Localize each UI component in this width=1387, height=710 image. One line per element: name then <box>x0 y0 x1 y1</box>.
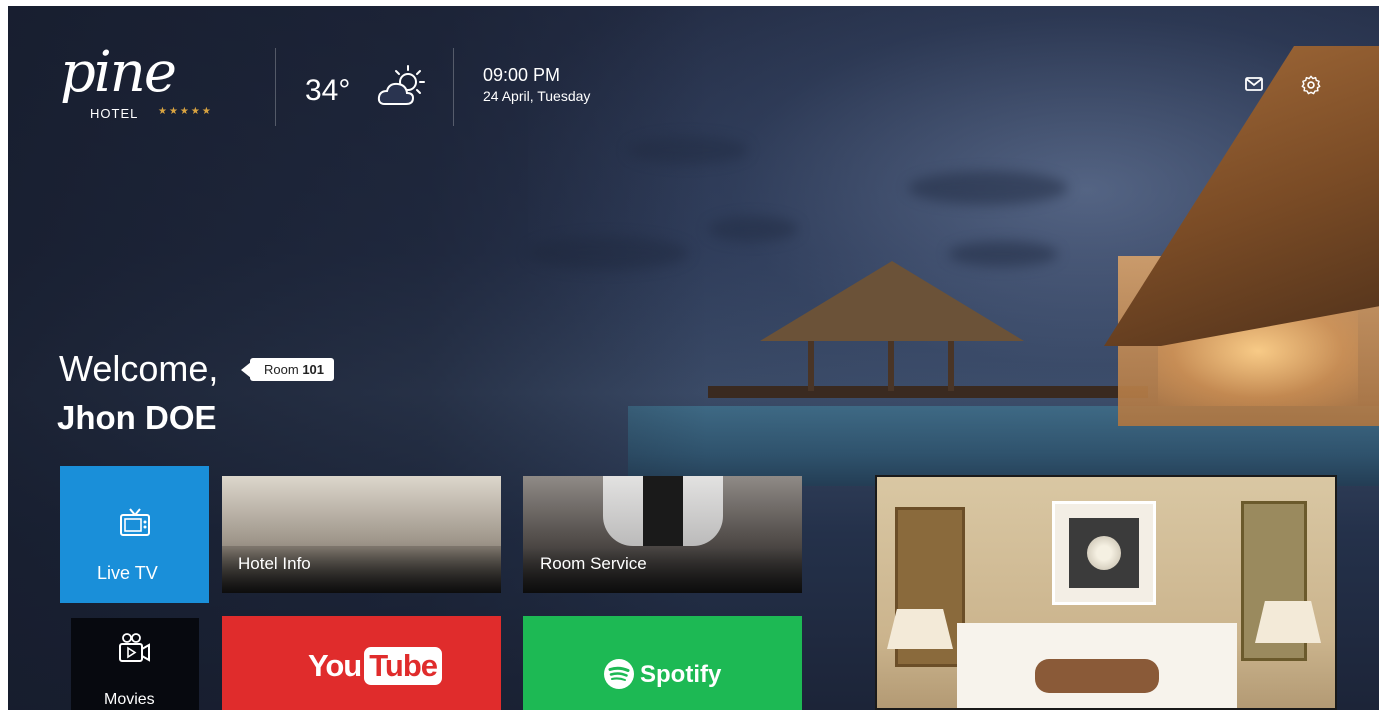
current-time: 09:00 PM <box>483 65 561 85</box>
spotify-label: Spotify <box>640 661 722 688</box>
bedroom-preview-tile[interactable] <box>875 475 1337 710</box>
youtube-tile[interactable]: You Tube <box>222 616 501 710</box>
left-lamp <box>887 609 953 649</box>
logo-stars: ★★★★★ <box>158 106 213 117</box>
movies-tile[interactable]: Movies <box>71 618 199 710</box>
room-service-tile[interactable]: Room Service <box>523 476 802 593</box>
current-date: 24 April, Tuesday <box>483 88 591 104</box>
divider <box>275 48 276 126</box>
hut-roof <box>760 261 1024 341</box>
wall-art-frame <box>1052 501 1156 605</box>
welcome-greeting: Welcome, <box>59 348 219 389</box>
youtube-you: You <box>308 648 362 683</box>
spotify-tile[interactable]: Spotify <box>523 616 802 710</box>
flower <box>1087 536 1121 570</box>
settings-gear-icon[interactable] <box>1300 74 1322 101</box>
hut-post <box>808 341 814 391</box>
room-number: 101 <box>302 362 325 377</box>
hotel-logo: pine HOTEL ★★★★★ <box>60 40 240 136</box>
divider <box>453 48 454 126</box>
live-tv-label: Live TV <box>97 563 158 583</box>
movies-label: Movies <box>104 691 155 708</box>
guest-name: Jhon DOE <box>57 399 217 436</box>
logo-script: pine <box>60 40 177 105</box>
hotel-lobby-image <box>222 476 501 546</box>
hotel-tv-home-screen: pine HOTEL ★★★★★ 34° 09:00 PM 24 April, … <box>8 6 1379 710</box>
hotel-info-label: Hotel Info <box>238 554 311 573</box>
temperature: 34° <box>305 74 351 107</box>
logo-hotel-text: HOTEL <box>90 106 139 121</box>
hut-post <box>888 341 894 391</box>
cloud <box>908 171 1068 205</box>
tv-icon <box>118 506 152 545</box>
hut-post <box>948 341 954 391</box>
deck <box>708 386 1148 398</box>
flower-picture <box>1069 518 1139 588</box>
bed <box>957 623 1237 708</box>
partly-cloudy-day-icon <box>376 64 426 115</box>
cloud <box>708 216 798 242</box>
mail-icon[interactable] <box>1244 74 1264 99</box>
right-lamp <box>1255 601 1321 643</box>
movie-camera-icon <box>117 632 151 671</box>
hotel-info-tile[interactable]: Hotel Info <box>222 476 501 593</box>
room-label: Room <box>264 362 299 377</box>
room-badge: Room 101 <box>240 358 335 381</box>
bolster-pillow <box>1035 659 1159 693</box>
spotify-icon <box>603 658 635 695</box>
waiter-apron <box>643 476 683 546</box>
youtube-logo: You Tube <box>308 646 442 686</box>
youtube-tube: Tube <box>364 647 442 685</box>
live-tv-tile[interactable]: Live TV <box>60 466 209 603</box>
room-service-label: Room Service <box>540 554 647 573</box>
